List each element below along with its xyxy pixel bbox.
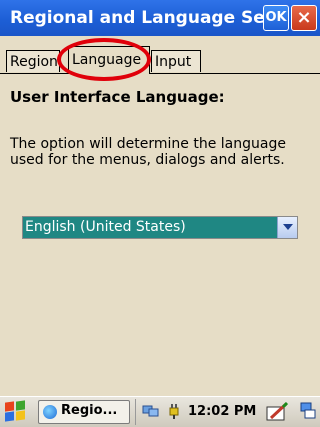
network-icon[interactable] xyxy=(142,404,160,418)
tab-input[interactable]: Input xyxy=(151,50,201,72)
tab-strip: Region Language Input xyxy=(0,46,320,74)
description-text: The option will determine the language u… xyxy=(10,136,286,168)
chevron-down-icon[interactable] xyxy=(277,217,297,238)
tab-divider xyxy=(0,73,320,74)
windows-start-icon[interactable] xyxy=(4,400,28,423)
clock[interactable]: 12:02 PM xyxy=(188,404,256,419)
close-button[interactable]: × xyxy=(291,5,317,31)
language-select-value: English (United States) xyxy=(23,217,277,238)
title-bar: Regional and Language Se... OK × xyxy=(0,0,320,36)
plug-icon[interactable] xyxy=(166,402,182,420)
input-panel-icon[interactable] xyxy=(266,402,288,422)
switch-window-icon[interactable] xyxy=(300,402,316,420)
ok-button[interactable]: OK xyxy=(263,5,289,31)
taskbar: Regio... 12:02 PM xyxy=(0,396,320,427)
system-tray: 12:02 PM xyxy=(135,399,296,425)
language-select[interactable]: English (United States) xyxy=(22,216,298,239)
globe-icon xyxy=(43,405,57,419)
window-title: Regional and Language Se... xyxy=(10,8,285,28)
taskbar-task-button[interactable]: Regio... xyxy=(38,400,130,424)
highlight-circle-annotation xyxy=(57,38,151,81)
section-heading: User Interface Language: xyxy=(10,88,225,106)
tab-region[interactable]: Region xyxy=(6,50,60,72)
task-label: Regio... xyxy=(61,403,118,418)
